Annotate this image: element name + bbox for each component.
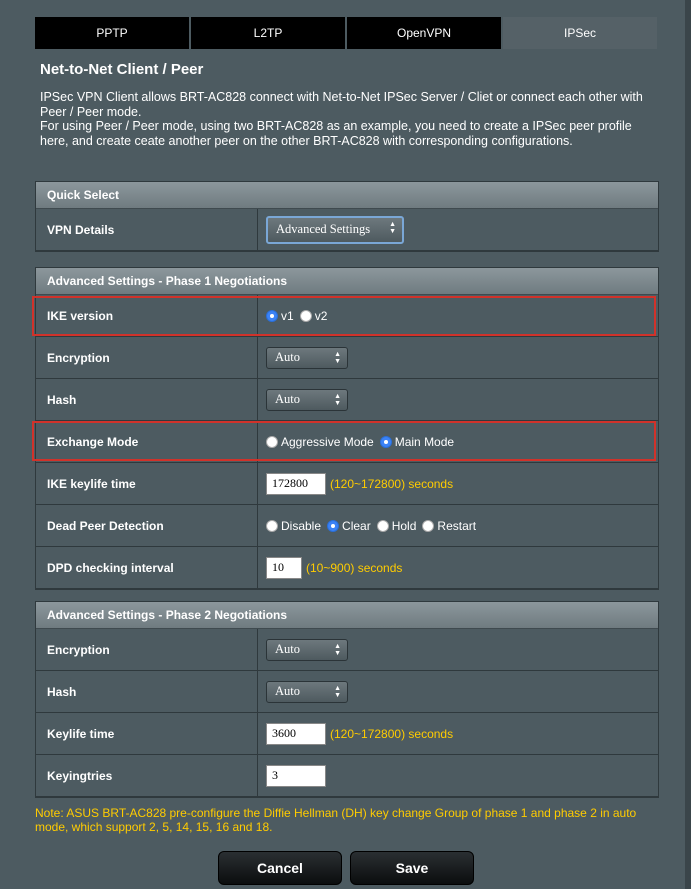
radio-icon[interactable] bbox=[422, 519, 435, 532]
vpn-tabs: PPTP L2TP OpenVPN IPSec bbox=[35, 17, 657, 49]
ike-keylife-row: IKE keylife time 172800 (120~172800) sec… bbox=[36, 463, 658, 505]
description-paragraph: IPSec VPN Client allows BRT-AC828 connec… bbox=[40, 90, 643, 119]
keyingtries-cell: 3 bbox=[258, 755, 658, 796]
description: IPSec VPN Client allows BRT-AC828 connec… bbox=[40, 90, 655, 148]
radio-icon[interactable] bbox=[376, 519, 389, 532]
encryption-row: Encryption Auto ▲ ▼ bbox=[36, 337, 658, 379]
select-arrows-icon: ▲ ▼ bbox=[334, 641, 341, 657]
dpd-row: Dead Peer Detection Disable Clear Hold R… bbox=[36, 505, 658, 547]
page-frame: PPTP L2TP OpenVPN IPSec Net-to-Net Clien… bbox=[0, 0, 691, 889]
dpd-label: Dead Peer Detection bbox=[36, 505, 258, 546]
dpd-restart-option[interactable]: Restart bbox=[422, 519, 476, 533]
dpd-clear-option[interactable]: Clear bbox=[327, 519, 371, 533]
cancel-button[interactable]: Cancel bbox=[218, 851, 342, 885]
encryption-value: Auto bbox=[275, 350, 300, 364]
tab-ipsec[interactable]: IPSec bbox=[503, 17, 657, 49]
hash-value: Auto bbox=[275, 392, 300, 406]
p2-keylife-row: Keylife time 3600 (120~172800) seconds bbox=[36, 713, 658, 755]
dpd-interval-input[interactable]: 10 bbox=[266, 556, 302, 579]
encryption-select[interactable]: Auto ▲ ▼ bbox=[266, 346, 348, 369]
p2-hash-value: Auto bbox=[275, 684, 300, 698]
dpd-interval-cell: 10 (10~900) seconds bbox=[258, 547, 658, 588]
p2-hash-cell: Auto ▲ ▼ bbox=[258, 671, 658, 712]
phase2-section: Advanced Settings - Phase 2 Negotiations… bbox=[35, 601, 659, 798]
p2-keylife-label: Keylife time bbox=[36, 713, 258, 754]
select-arrows-icon: ▲ ▼ bbox=[389, 219, 396, 235]
dpd-disable-option[interactable]: Disable bbox=[266, 519, 321, 533]
vpn-details-row: VPN Details Advanced Settings ▲ ▼ bbox=[36, 209, 658, 251]
dpd-disable-label: Disable bbox=[281, 518, 322, 533]
section-header: Quick Select bbox=[36, 182, 658, 209]
select-arrows-icon: ▲ ▼ bbox=[334, 683, 341, 699]
exchange-mode-highlight bbox=[32, 421, 656, 461]
page-title: Net-to-Net Client / Peer bbox=[40, 61, 204, 78]
ike-keylife-label: IKE keylife time bbox=[36, 463, 258, 504]
save-button[interactable]: Save bbox=[350, 851, 474, 885]
p2-keylife-hint: (120~172800) seconds bbox=[330, 726, 454, 741]
encryption-cell: Auto ▲ ▼ bbox=[258, 337, 658, 378]
p2-keylife-input[interactable]: 3600 bbox=[266, 722, 326, 745]
p2-encryption-row: Encryption Auto ▲ ▼ bbox=[36, 629, 658, 671]
keyingtries-input[interactable]: 3 bbox=[266, 764, 326, 787]
vpn-details-cell: Advanced Settings ▲ ▼ bbox=[258, 209, 658, 250]
keyingtries-row: Keyingtries 3 bbox=[36, 755, 658, 797]
p2-encryption-value: Auto bbox=[275, 642, 300, 656]
hash-row: Hash Auto ▲ ▼ bbox=[36, 379, 658, 421]
p2-encryption-cell: Auto ▲ ▼ bbox=[258, 629, 658, 670]
dpd-interval-row: DPD checking interval 10 (10~900) second… bbox=[36, 547, 658, 589]
dpd-interval-hint: (10~900) seconds bbox=[306, 560, 403, 575]
ike-keylife-hint: (120~172800) seconds bbox=[330, 476, 454, 491]
p2-hash-label: Hash bbox=[36, 671, 258, 712]
select-arrows-icon: ▲ ▼ bbox=[334, 391, 341, 407]
tab-l2tp[interactable]: L2TP bbox=[191, 17, 345, 49]
ike-keylife-cell: 172800 (120~172800) seconds bbox=[258, 463, 658, 504]
dpd-interval-label: DPD checking interval bbox=[36, 547, 258, 588]
ike-keylife-input[interactable]: 172800 bbox=[266, 472, 326, 495]
dpd-clear-label: Clear bbox=[342, 518, 371, 533]
keyingtries-label: Keyingtries bbox=[36, 755, 258, 796]
section-header: Advanced Settings - Phase 2 Negotiations bbox=[36, 602, 658, 629]
select-arrows-icon: ▲ ▼ bbox=[334, 349, 341, 365]
note-text: Note: ASUS BRT-AC828 pre-configure the D… bbox=[35, 806, 637, 834]
dpd-hold-label: Hold bbox=[391, 518, 417, 533]
hash-select[interactable]: Auto ▲ ▼ bbox=[266, 388, 348, 411]
radio-selected-icon[interactable] bbox=[327, 519, 340, 532]
p2-hash-row: Hash Auto ▲ ▼ bbox=[36, 671, 658, 713]
hash-label: Hash bbox=[36, 379, 258, 420]
section-header: Advanced Settings - Phase 1 Negotiations bbox=[36, 268, 658, 295]
vpn-details-value: Advanced Settings bbox=[276, 222, 371, 236]
vpn-details-select[interactable]: Advanced Settings ▲ ▼ bbox=[266, 215, 404, 244]
description-paragraph: For using Peer / Peer mode, using two BR… bbox=[40, 119, 632, 148]
p2-hash-select[interactable]: Auto ▲ ▼ bbox=[266, 680, 348, 703]
tab-pptp[interactable]: PPTP bbox=[35, 17, 189, 49]
p2-encryption-select[interactable]: Auto ▲ ▼ bbox=[266, 638, 348, 661]
p2-encryption-label: Encryption bbox=[36, 629, 258, 670]
dpd-restart-label: Restart bbox=[437, 518, 477, 533]
tab-openvpn[interactable]: OpenVPN bbox=[347, 17, 501, 49]
p2-keylife-cell: 3600 (120~172800) seconds bbox=[258, 713, 658, 754]
hash-cell: Auto ▲ ▼ bbox=[258, 379, 658, 420]
dpd-cell: Disable Clear Hold Restart bbox=[258, 505, 658, 546]
radio-icon[interactable] bbox=[266, 519, 278, 532]
scrollbar[interactable] bbox=[685, 0, 691, 889]
ike-version-highlight bbox=[32, 296, 656, 336]
encryption-label: Encryption bbox=[36, 337, 258, 378]
vpn-details-label: VPN Details bbox=[36, 209, 258, 250]
dpd-hold-option[interactable]: Hold bbox=[376, 518, 417, 533]
quick-select-section: Quick Select VPN Details Advanced Settin… bbox=[35, 181, 659, 252]
